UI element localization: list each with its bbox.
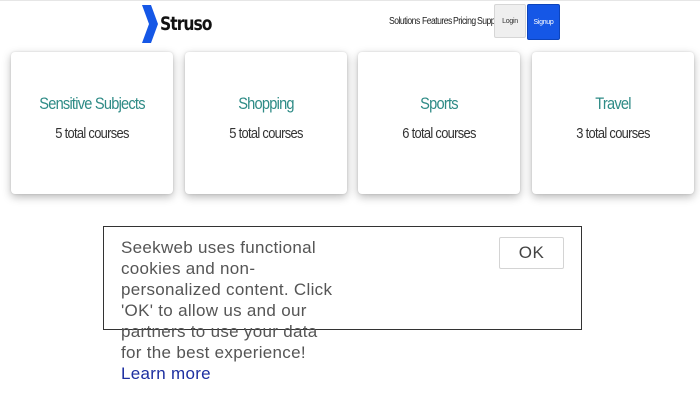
category-title: Shopping bbox=[238, 94, 294, 113]
brand-name: Struso bbox=[160, 13, 213, 35]
brand-logo[interactable]: Struso bbox=[142, 5, 223, 43]
signup-button[interactable]: Signup bbox=[527, 4, 560, 40]
category-title: Sensitive Subjects bbox=[39, 94, 145, 113]
category-course-count: 5 total courses bbox=[55, 125, 129, 142]
category-course-count: 5 total courses bbox=[229, 125, 303, 142]
category-course-count: 6 total courses bbox=[402, 125, 476, 142]
category-title: Sports bbox=[420, 94, 458, 113]
category-card-shopping[interactable]: Shopping 5 total courses bbox=[185, 52, 347, 194]
cookie-ok-button[interactable]: OK bbox=[499, 237, 564, 269]
nav-pricing[interactable]: Pricing bbox=[453, 16, 476, 27]
cookie-text-line: 'OK' to allow us and our bbox=[121, 301, 307, 320]
cookie-text-line: Seekweb uses functional bbox=[121, 238, 316, 257]
category-card-sensitive-subjects[interactable]: Sensitive Subjects 5 total courses bbox=[11, 52, 173, 194]
site-header: Struso Solutions Features Pricing Suppor… bbox=[0, 0, 700, 46]
category-title: Travel bbox=[595, 94, 631, 113]
category-card-sports[interactable]: Sports 6 total courses bbox=[358, 52, 520, 194]
cookie-text-line: for the best experience! bbox=[121, 343, 306, 362]
category-course-count: 3 total courses bbox=[576, 125, 650, 142]
nav-solutions[interactable]: Solutions bbox=[389, 16, 420, 27]
login-button[interactable]: Login bbox=[494, 4, 526, 38]
cookie-banner-text: Seekweb uses functional cookies and non-… bbox=[121, 237, 441, 384]
struso-logo-icon bbox=[142, 5, 158, 43]
main-nav: Solutions Features Pricing Support bbox=[389, 13, 505, 29]
page: Struso Solutions Features Pricing Suppor… bbox=[0, 0, 700, 400]
cookie-text-line: cookies and non- bbox=[121, 259, 256, 278]
learn-more-link[interactable]: Learn more bbox=[121, 363, 441, 384]
nav-features[interactable]: Features bbox=[422, 16, 452, 27]
cookie-text-line: personalized content. Click bbox=[121, 280, 333, 299]
category-card-travel[interactable]: Travel 3 total courses bbox=[532, 52, 694, 194]
cookie-text-line: partners to use your data bbox=[121, 322, 318, 341]
